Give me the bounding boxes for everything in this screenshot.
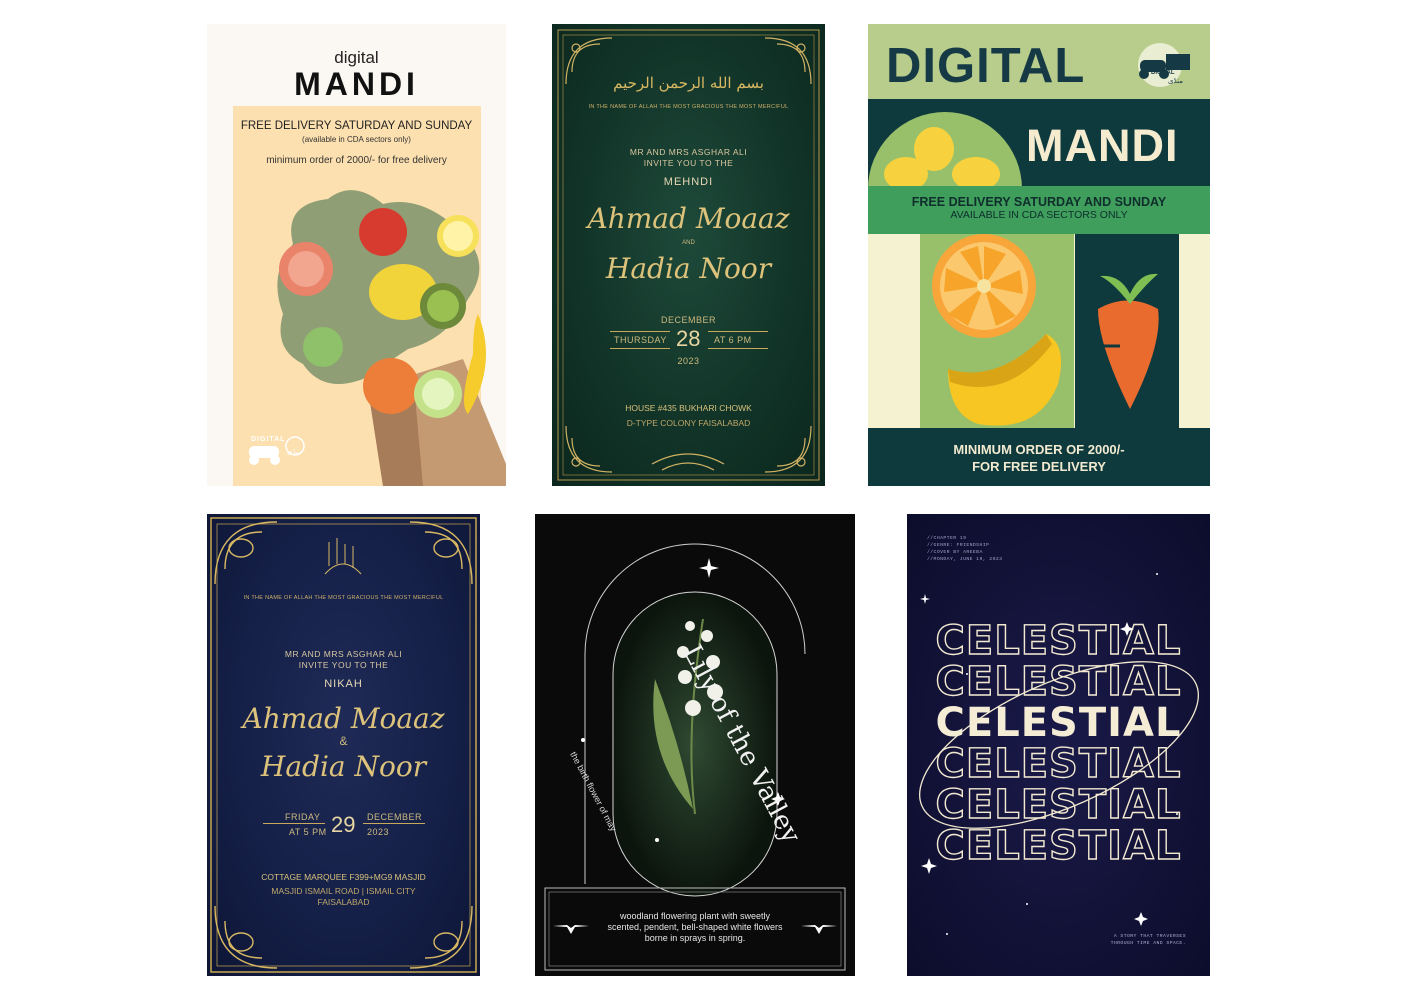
- logo-text: DIGITAL: [251, 436, 286, 443]
- year: 2023: [367, 827, 390, 837]
- event-name: MEHNDI: [663, 176, 714, 188]
- desc-line-2: scented, pendent, bell-shaped white flow…: [607, 922, 783, 932]
- groom-name: Ahmad Moaaz: [242, 702, 445, 735]
- year: 2023: [677, 356, 700, 366]
- merciful-subtitle: IN THE NAME OF ALLAH THE MOST GRACIOUS T…: [588, 104, 789, 110]
- brand-small: digital: [334, 48, 379, 67]
- address-line-1: MASJID ISMAIL ROAD | ISMAIL CITY: [271, 886, 416, 896]
- lily-artwork: [544, 543, 846, 971]
- brand-big: MANDI: [294, 66, 419, 102]
- sparkle-star-icon: [920, 573, 1178, 935]
- divider: [263, 823, 325, 824]
- story-line-2: THROUGH TIME AND SPACE.: [1110, 941, 1186, 946]
- weekday: THURSDAY: [614, 335, 667, 345]
- and-text: AND: [682, 240, 695, 246]
- fruit-shapes: [932, 234, 1159, 426]
- address-line-2: FAISALABAD: [317, 897, 370, 907]
- divider: [708, 348, 768, 349]
- min-order-line: minimum order of 2000/- for free deliver…: [266, 155, 447, 166]
- logo-text: DIGITAL: [1151, 70, 1175, 76]
- logo-urdu: منڈی: [1168, 78, 1184, 85]
- day-number: 29: [331, 812, 356, 837]
- logo-urdu: منڈی: [287, 449, 303, 456]
- month: DECEMBER: [367, 812, 423, 822]
- time: AT 6 PM: [714, 335, 752, 345]
- day-number: 28: [676, 326, 701, 351]
- poster-mandi-bold: DIGITAL DIGITAL منڈی MANDI FREE DELIVERY…: [868, 24, 1210, 486]
- desc-line-3: borne in sprays in spring.: [644, 933, 746, 943]
- bride-name: Hadia Noor: [260, 750, 427, 783]
- month: DECEMBER: [660, 315, 716, 325]
- banner-line-1: FREE DELIVERY SATURDAY AND SUNDAY: [911, 195, 1167, 209]
- divider: [363, 823, 425, 824]
- address-line-2: D-TYPE COLONY FAISALABAD: [626, 418, 751, 428]
- hosts: MR AND MRS ASGHAR ALI: [629, 147, 748, 157]
- cda-line: (available in CDA sectors only): [302, 135, 411, 144]
- banner-line-2: AVAILABLE IN CDA SECTORS ONLY: [950, 209, 1128, 221]
- amp-text: &: [339, 734, 348, 748]
- poster-mehndi-invite: بسم الله الرحمن الرحيم IN THE NAME OF AL…: [552, 24, 825, 486]
- invite-line: INVITE YOU TO THE: [298, 660, 389, 670]
- bismillah-text: بسم الله الرحمن الرحيم: [613, 74, 764, 92]
- divider: [708, 331, 768, 332]
- mandi-title: MANDI: [1026, 120, 1179, 171]
- invite-line: INVITE YOU TO THE: [643, 158, 734, 168]
- footer-line-1: MINIMUM ORDER OF 2000/-: [953, 442, 1125, 457]
- groom-name: Ahmad Moaaz: [587, 202, 790, 235]
- poster-mandi-watercolor: digital MANDI FREE DELIVERY SATURDAY AND…: [207, 24, 506, 486]
- story-line-1: A STORY THAT TRAVERSES: [1113, 934, 1186, 939]
- digital-title: DIGITAL: [886, 39, 1086, 93]
- event-name: NIKAH: [324, 678, 363, 690]
- desc-line-1: woodland flowering plant with sweetly: [619, 911, 771, 921]
- address-line-1: HOUSE #435 BUKHARI CHOWK: [625, 403, 752, 413]
- divider: [610, 331, 670, 332]
- merciful-subtitle: IN THE NAME OF ALLAH THE MOST GRACIOUS T…: [243, 595, 444, 601]
- poster-celestial: //CHAPTER 19 //GENRE: FRIENDSHIP //COVER…: [907, 514, 1210, 976]
- time: AT 5 PM: [289, 827, 327, 837]
- divider: [610, 348, 670, 349]
- delivery-line: FREE DELIVERY SATURDAY AND SUNDAY: [240, 120, 473, 132]
- scooter-logo-icon: [1138, 43, 1190, 87]
- poster-nikah-invite: IN THE NAME OF ALLAH THE MOST GRACIOUS T…: [207, 514, 480, 976]
- citrus-half-icon: [868, 112, 1022, 189]
- bride-name: Hadia Noor: [605, 252, 772, 285]
- poster-lily-of-the-valley: Lily of the Valley the birth flower of m…: [535, 514, 855, 976]
- venue-line: COTTAGE MARQUEE F399+MG9 MASJID: [261, 872, 426, 882]
- hosts: MR AND MRS ASGHAR ALI: [284, 649, 403, 659]
- footer-line-2: FOR FREE DELIVERY: [972, 459, 1106, 474]
- orbit-ring: [919, 573, 1199, 935]
- weekday: FRIDAY: [285, 812, 321, 822]
